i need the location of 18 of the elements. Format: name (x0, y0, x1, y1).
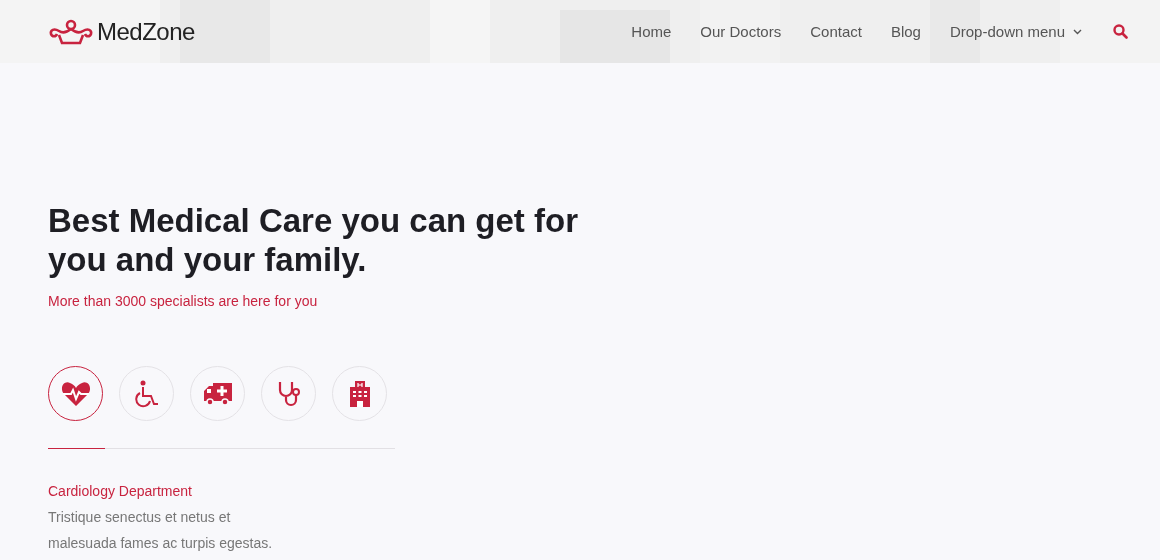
wheelchair-icon (133, 379, 160, 408)
crown-logo-icon (48, 18, 94, 45)
hospital-icon (348, 379, 371, 408)
nav-link[interactable]: Home (631, 23, 672, 40)
nav-link[interactable]: Our Doctors (700, 23, 782, 40)
logo-text[interactable]: MedZone (97, 17, 195, 46)
nav-link[interactable]: Contact (810, 23, 862, 40)
active-tab-indicator (48, 448, 105, 449)
ambulance-icon (202, 381, 233, 406)
department-description: Tristique senectus et netus et malesuada fames ac turpis egestas. (48, 508, 274, 553)
search-icon[interactable] (1113, 24, 1128, 39)
department-title: Cardiology Department (48, 483, 193, 499)
hero-title: Best Medical Care you can get for you and your family. (48, 201, 579, 279)
nav-link[interactable]: Drop-down menu (949, 23, 1082, 40)
heartbeat-icon (60, 380, 91, 407)
nav-link[interactable]: Blog (890, 23, 921, 40)
stethoscope-icon (276, 379, 301, 408)
hero-subtitle: More than 3000 specialists are here for you (48, 293, 319, 309)
